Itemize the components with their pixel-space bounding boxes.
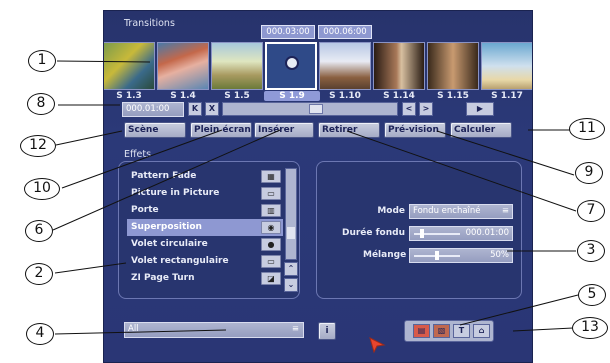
callout-10: 10 bbox=[24, 178, 60, 200]
callout-13: 13 bbox=[572, 317, 608, 339]
callout-1: 1 bbox=[28, 50, 56, 72]
callout-6: 6 bbox=[25, 220, 53, 242]
callout-5: 5 bbox=[578, 284, 606, 306]
callout-7: 7 bbox=[577, 200, 605, 222]
callout-12: 12 bbox=[20, 135, 56, 157]
callout-2: 2 bbox=[25, 263, 53, 285]
callout-11: 11 bbox=[569, 118, 605, 140]
callout-9: 9 bbox=[575, 162, 603, 184]
callout-8: 8 bbox=[27, 93, 55, 115]
callout-4: 4 bbox=[26, 323, 54, 345]
callout-lines bbox=[52, 60, 579, 335]
callout-3: 3 bbox=[577, 240, 605, 262]
